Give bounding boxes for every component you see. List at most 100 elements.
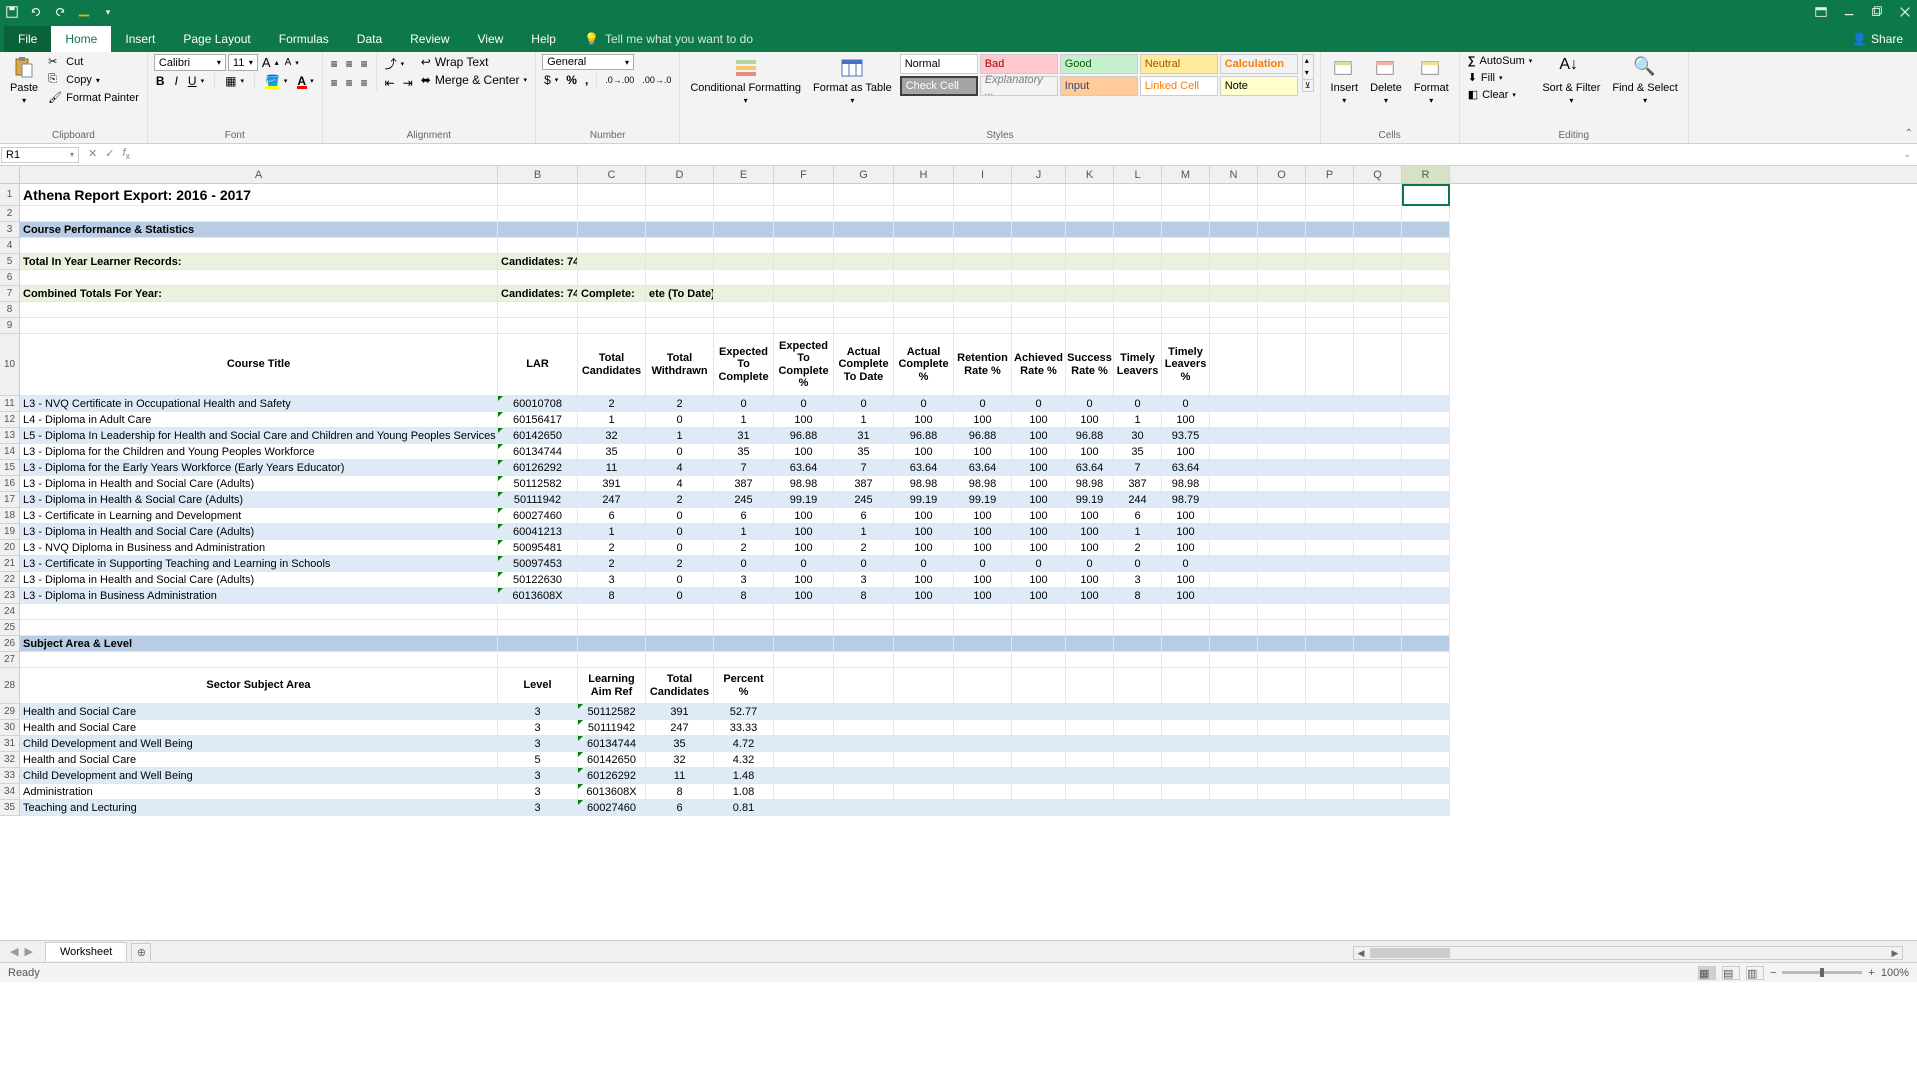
- cell[interactable]: Health and Social Care: [20, 752, 498, 768]
- cell[interactable]: [774, 620, 834, 636]
- cell[interactable]: [1012, 254, 1066, 270]
- col-header-K[interactable]: K: [1066, 166, 1114, 183]
- cell[interactable]: 8: [834, 588, 894, 604]
- cell[interactable]: [1258, 222, 1306, 238]
- row-header-35[interactable]: 35: [0, 800, 20, 816]
- cell[interactable]: [894, 620, 954, 636]
- cell[interactable]: 35: [834, 444, 894, 460]
- cell[interactable]: [1306, 428, 1354, 444]
- cell[interactable]: 98.98: [894, 476, 954, 492]
- cell[interactable]: [834, 302, 894, 318]
- row-header-2[interactable]: 2: [0, 206, 20, 222]
- cell[interactable]: [1306, 604, 1354, 620]
- select-all-button[interactable]: [0, 166, 20, 183]
- cell[interactable]: [714, 286, 774, 302]
- tab-data[interactable]: Data: [343, 26, 396, 52]
- cell[interactable]: [954, 222, 1012, 238]
- cell[interactable]: 0: [954, 556, 1012, 572]
- cell[interactable]: [1354, 720, 1402, 736]
- cell[interactable]: [1162, 286, 1210, 302]
- decrease-decimal-button[interactable]: .00→.0: [640, 72, 673, 88]
- cell[interactable]: [498, 222, 578, 238]
- cell[interactable]: 4: [646, 476, 714, 492]
- cell[interactable]: [894, 752, 954, 768]
- cell[interactable]: [1012, 668, 1066, 704]
- cell[interactable]: [954, 302, 1012, 318]
- cell[interactable]: [1210, 254, 1258, 270]
- cell[interactable]: [1402, 588, 1450, 604]
- cell[interactable]: [646, 604, 714, 620]
- cell[interactable]: 100: [1162, 572, 1210, 588]
- cell[interactable]: [954, 206, 1012, 222]
- cell[interactable]: [774, 636, 834, 652]
- cell[interactable]: 60041213: [498, 524, 578, 540]
- cell[interactable]: 100: [954, 412, 1012, 428]
- cell[interactable]: [774, 222, 834, 238]
- cell[interactable]: 100: [1066, 524, 1114, 540]
- cell[interactable]: 100: [1162, 412, 1210, 428]
- cell[interactable]: Candidates: 741 - 1-8-2016 to 31-7-2017)…: [498, 254, 578, 270]
- cell[interactable]: 0: [774, 556, 834, 572]
- cell[interactable]: 0: [894, 556, 954, 572]
- cell[interactable]: [1258, 588, 1306, 604]
- cell[interactable]: [774, 604, 834, 620]
- cell[interactable]: [1210, 652, 1258, 668]
- cell[interactable]: [774, 184, 834, 206]
- tab-view[interactable]: View: [464, 26, 518, 52]
- cell[interactable]: [1066, 800, 1114, 816]
- col-header-J[interactable]: J: [1012, 166, 1066, 183]
- row-header-33[interactable]: 33: [0, 768, 20, 784]
- cell[interactable]: [646, 302, 714, 318]
- cell[interactable]: [894, 604, 954, 620]
- cell[interactable]: [1258, 636, 1306, 652]
- cell[interactable]: 99.19: [1066, 492, 1114, 508]
- cell[interactable]: 5: [498, 752, 578, 768]
- cell[interactable]: L3 - Diploma in Health and Social Care (…: [20, 476, 498, 492]
- cell[interactable]: 6: [834, 508, 894, 524]
- cell[interactable]: [954, 704, 1012, 720]
- cell[interactable]: [834, 206, 894, 222]
- cell[interactable]: [1162, 652, 1210, 668]
- cell[interactable]: [1114, 652, 1162, 668]
- cell[interactable]: 2: [578, 556, 646, 572]
- cell[interactable]: 60134744: [578, 736, 646, 752]
- row-header-18[interactable]: 18: [0, 508, 20, 524]
- cell[interactable]: [1114, 206, 1162, 222]
- cell[interactable]: 0: [954, 396, 1012, 412]
- cell[interactable]: [646, 270, 714, 286]
- cell[interactable]: 96.88: [774, 428, 834, 444]
- cell[interactable]: [1258, 460, 1306, 476]
- cell[interactable]: Subject Area & Level: [20, 636, 498, 652]
- row-header-10[interactable]: 10: [0, 334, 20, 396]
- cell[interactable]: [1306, 752, 1354, 768]
- cell[interactable]: [1258, 318, 1306, 334]
- row-header-30[interactable]: 30: [0, 720, 20, 736]
- cell[interactable]: [1012, 800, 1066, 816]
- cell[interactable]: [1258, 508, 1306, 524]
- cell[interactable]: [498, 318, 578, 334]
- fx-icon[interactable]: fx: [122, 147, 130, 161]
- align-left-button[interactable]: ≡: [329, 75, 340, 91]
- cell[interactable]: [1354, 222, 1402, 238]
- cell[interactable]: Teaching and Lecturing: [20, 800, 498, 816]
- cell[interactable]: [1114, 704, 1162, 720]
- cell[interactable]: Health and Social Care: [20, 720, 498, 736]
- cell[interactable]: [774, 784, 834, 800]
- cell[interactable]: [954, 184, 1012, 206]
- cell[interactable]: 4: [646, 460, 714, 476]
- cell[interactable]: [1258, 286, 1306, 302]
- cell[interactable]: [1258, 492, 1306, 508]
- cell[interactable]: [834, 620, 894, 636]
- cell[interactable]: 7: [834, 460, 894, 476]
- cell[interactable]: 100: [1012, 476, 1066, 492]
- row-header-31[interactable]: 31: [0, 736, 20, 752]
- cell[interactable]: 6013608X: [578, 784, 646, 800]
- cell[interactable]: [1306, 668, 1354, 704]
- cell[interactable]: 35: [714, 444, 774, 460]
- cell[interactable]: [1402, 720, 1450, 736]
- tell-me-search[interactable]: 💡 Tell me what you want to do: [570, 26, 767, 52]
- cell[interactable]: [774, 206, 834, 222]
- border-button[interactable]: ▦▾: [223, 73, 246, 89]
- cell[interactable]: 244: [1114, 492, 1162, 508]
- cell[interactable]: 2: [646, 492, 714, 508]
